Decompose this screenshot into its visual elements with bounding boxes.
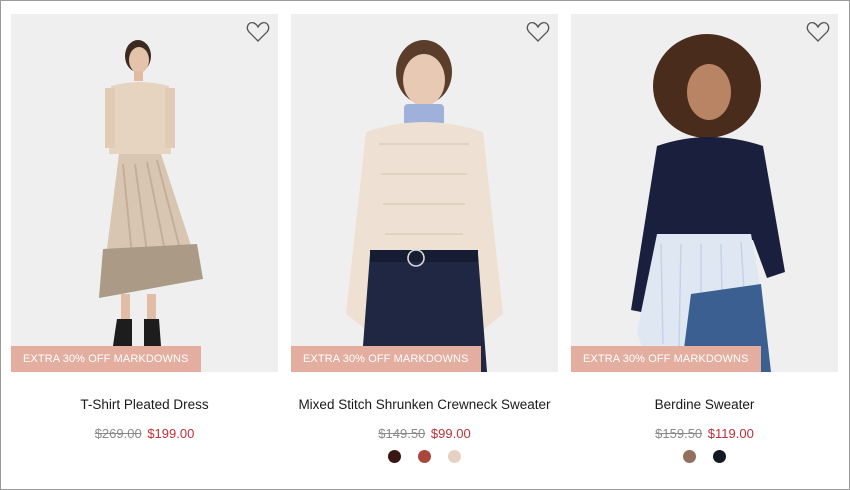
price-row: $269.00 $199.00 bbox=[11, 426, 278, 441]
product-image[interactable]: EXTRA 30% OFF MARKDOWNS bbox=[291, 14, 558, 372]
heart-icon[interactable] bbox=[526, 21, 550, 43]
product-card[interactable]: EXTRA 30% OFF MARKDOWNS Berdine Sweater … bbox=[571, 14, 838, 474]
heart-icon[interactable] bbox=[806, 21, 830, 43]
product-name[interactable]: T-Shirt Pleated Dress bbox=[11, 397, 278, 412]
original-price: $149.50 bbox=[378, 426, 426, 441]
color-swatch[interactable] bbox=[713, 450, 726, 463]
sale-price: $119.00 bbox=[707, 426, 754, 441]
promo-badge: EXTRA 30% OFF MARKDOWNS bbox=[291, 346, 481, 372]
heart-icon[interactable] bbox=[246, 21, 270, 43]
color-swatches bbox=[291, 450, 558, 463]
color-swatch[interactable] bbox=[683, 450, 696, 463]
promo-badge: EXTRA 30% OFF MARKDOWNS bbox=[571, 346, 761, 372]
promo-badge: EXTRA 30% OFF MARKDOWNS bbox=[11, 346, 201, 372]
product-name[interactable]: Mixed Stitch Shrunken Crewneck Sweater bbox=[291, 397, 558, 412]
color-swatches bbox=[571, 450, 838, 463]
color-swatch[interactable] bbox=[418, 450, 431, 463]
product-image[interactable]: EXTRA 30% OFF MARKDOWNS bbox=[571, 14, 838, 372]
price-row: $159.50 $119.00 bbox=[571, 426, 838, 441]
price-row: $149.50 $99.00 bbox=[291, 426, 558, 441]
product-card[interactable]: EXTRA 30% OFF MARKDOWNS T-Shirt Pleated … bbox=[11, 14, 278, 474]
original-price: $159.50 bbox=[655, 426, 703, 441]
color-swatch[interactable] bbox=[388, 450, 401, 463]
color-swatch[interactable] bbox=[448, 450, 461, 463]
product-image[interactable]: EXTRA 30% OFF MARKDOWNS bbox=[11, 14, 278, 372]
sale-price: $199.00 bbox=[147, 426, 195, 441]
original-price: $269.00 bbox=[94, 426, 142, 441]
sale-price: $99.00 bbox=[430, 426, 471, 441]
product-name[interactable]: Berdine Sweater bbox=[571, 397, 838, 412]
product-card[interactable]: EXTRA 30% OFF MARKDOWNS Mixed Stitch Shr… bbox=[291, 14, 558, 474]
